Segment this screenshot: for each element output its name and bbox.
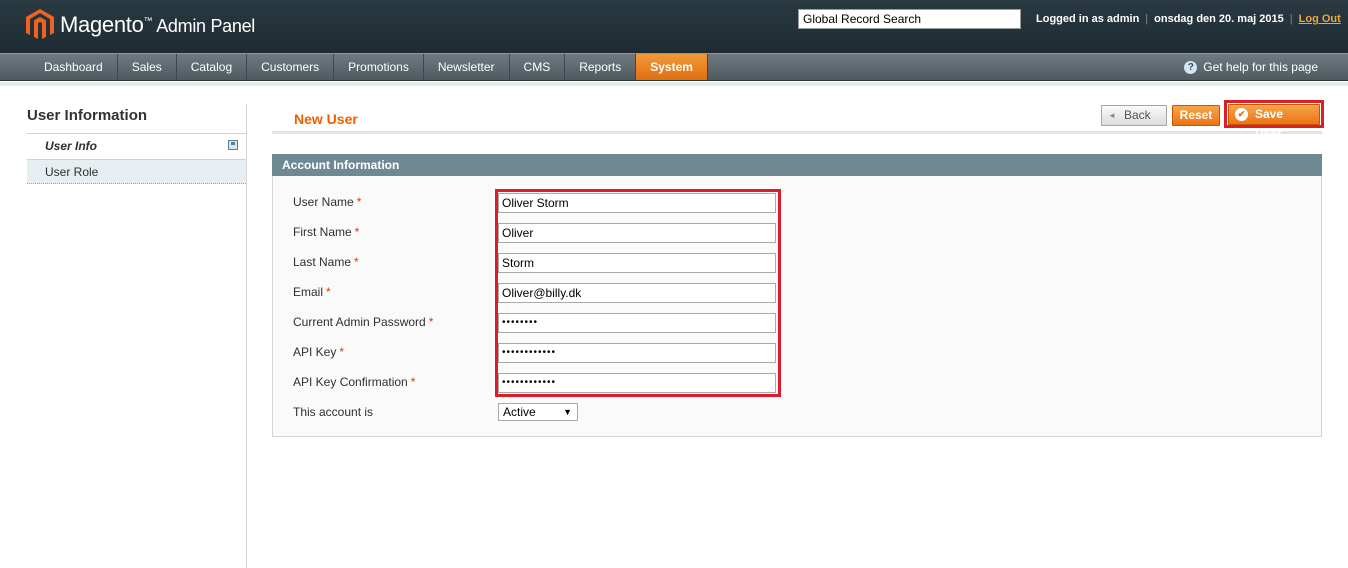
required-mark: * bbox=[326, 285, 331, 299]
required-mark: * bbox=[339, 345, 345, 359]
field-label: API Key * bbox=[293, 345, 344, 359]
help-icon: ? bbox=[1184, 60, 1198, 74]
reset-button[interactable]: Reset bbox=[1172, 105, 1220, 126]
nav-item-sales[interactable]: Sales bbox=[118, 54, 177, 80]
nav-item-customers[interactable]: Customers bbox=[247, 54, 335, 80]
sidebar: User Information User Info User Role bbox=[27, 104, 247, 568]
field-label-text: First Name bbox=[293, 225, 352, 239]
nav-item-newsletter[interactable]: Newsletter bbox=[424, 54, 510, 80]
save-user-button[interactable]: ✔ Save User bbox=[1228, 104, 1320, 140]
logo-name: Magento bbox=[60, 12, 144, 37]
checkmark-icon: ✔ bbox=[1235, 108, 1248, 121]
header-bar: Magento™ Admin Panel Global Record Search… bbox=[0, 0, 1348, 53]
tab-user-info[interactable]: User Info bbox=[27, 134, 246, 159]
chevron-down-icon: ▼ bbox=[563, 407, 572, 417]
title-divider bbox=[272, 131, 1322, 135]
logged-in-text: Logged in as admin bbox=[1036, 13, 1140, 25]
field-input[interactable]: •••••••••••• bbox=[498, 343, 776, 363]
field-input[interactable]: Oliver@billy.dk bbox=[498, 283, 776, 303]
field-label: API Key Confirmation * bbox=[293, 375, 415, 389]
save-icon bbox=[228, 140, 238, 150]
nav-item-catalog[interactable]: Catalog bbox=[177, 54, 248, 80]
select-value: Active bbox=[503, 405, 536, 419]
magento-logo[interactable]: Magento™ Admin Panel bbox=[26, 9, 255, 41]
help-link-label: Get help for this page bbox=[1203, 60, 1318, 74]
help-link[interactable]: ? Get help for this page bbox=[1184, 60, 1318, 74]
main-navigation: Dashboard Sales Catalog Customers Promotions… bbox=[0, 53, 1348, 81]
save-button-label: Save User bbox=[1255, 107, 1284, 140]
header-separator: | bbox=[1289, 13, 1293, 25]
field-label: First Name * bbox=[293, 225, 359, 239]
field-label-text: API Key bbox=[293, 345, 337, 359]
nav-item-promotions[interactable]: Promotions bbox=[334, 54, 424, 80]
account-status-select[interactable]: Active ▼ bbox=[498, 403, 578, 421]
field-input[interactable]: •••••••••••• bbox=[498, 373, 776, 393]
global-record-search-input[interactable]: Global Record Search bbox=[798, 9, 1021, 29]
logout-link[interactable]: Log Out bbox=[1299, 13, 1341, 25]
reset-button-label: Reset bbox=[1179, 108, 1213, 122]
back-button[interactable]: Back bbox=[1101, 105, 1167, 126]
field-input[interactable]: •••••••• bbox=[498, 313, 776, 333]
field-input[interactable]: Storm bbox=[498, 253, 776, 273]
sidebar-title: User Information bbox=[27, 104, 246, 134]
header-separator: | bbox=[1145, 13, 1149, 25]
header-user-info: Logged in as admin | onsdag den 20. maj 20… bbox=[1036, 13, 1341, 25]
field-label: User Name * bbox=[293, 195, 361, 209]
nav-item-system[interactable]: System bbox=[636, 54, 708, 80]
field-input[interactable]: Oliver bbox=[498, 223, 776, 243]
header-date: onsdag den 20. maj 2015 bbox=[1154, 13, 1284, 25]
tab-user-role[interactable]: User Role bbox=[27, 159, 246, 184]
tab-label: User Role bbox=[45, 165, 99, 179]
nav-item-dashboard[interactable]: Dashboard bbox=[30, 54, 118, 80]
field-label: Current Admin Password * bbox=[293, 315, 433, 329]
required-mark: * bbox=[428, 315, 434, 329]
nav-item-cms[interactable]: CMS bbox=[510, 54, 566, 80]
account-status-label: This account is bbox=[293, 405, 374, 419]
required-mark: * bbox=[356, 195, 362, 209]
field-input[interactable]: Oliver Storm bbox=[498, 193, 776, 213]
back-button-label: Back bbox=[1124, 108, 1151, 122]
field-label: Email * bbox=[293, 285, 331, 299]
field-label-text: Last Name bbox=[293, 255, 352, 269]
page-title: New User bbox=[294, 111, 358, 127]
fieldset-header: Account Information bbox=[272, 154, 1322, 176]
required-mark: * bbox=[354, 225, 360, 239]
field-label-text: Current Admin Password bbox=[293, 315, 426, 329]
account-information-fieldset bbox=[272, 176, 1322, 437]
tab-label: User Info bbox=[45, 139, 98, 153]
nav-divider bbox=[0, 82, 1348, 86]
required-mark: * bbox=[354, 255, 359, 269]
logo-subtitle: Admin Panel bbox=[156, 16, 255, 36]
field-label-text: User Name bbox=[293, 195, 354, 209]
magento-logo-icon bbox=[26, 9, 54, 39]
field-label-text: Email bbox=[293, 285, 324, 299]
field-label-text: API Key Confirmation bbox=[293, 375, 408, 389]
required-mark: * bbox=[410, 375, 416, 389]
field-label: Last Name * bbox=[293, 255, 359, 269]
nav-item-reports[interactable]: Reports bbox=[565, 54, 637, 80]
logo-trademark: ™ bbox=[143, 15, 153, 26]
